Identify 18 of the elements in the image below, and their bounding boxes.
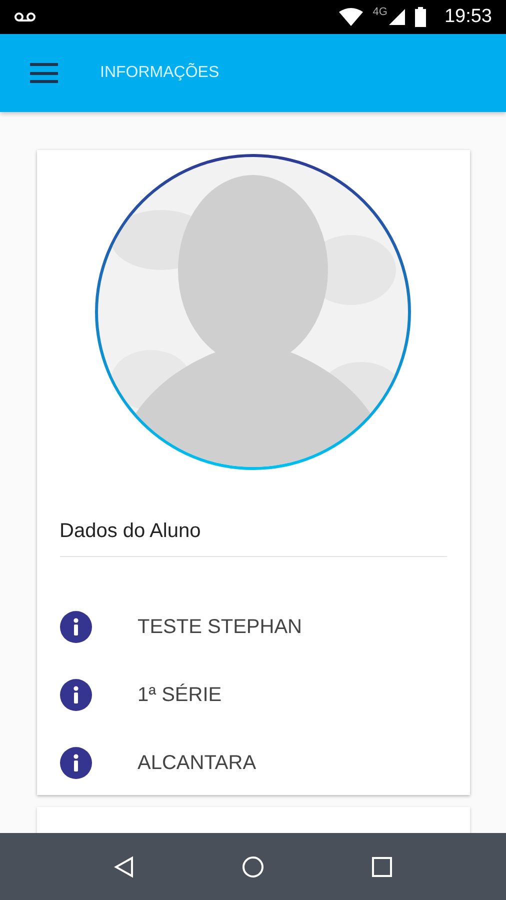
menu-button[interactable]	[30, 63, 58, 83]
network-type: 4G	[372, 6, 388, 18]
info-text: TESTE STEPHAN	[138, 616, 302, 638]
info-text: 1ª SÉRIE	[138, 684, 222, 706]
back-button[interactable]	[114, 856, 134, 878]
battery-icon	[415, 7, 426, 27]
wifi-icon	[338, 8, 363, 26]
info-icon	[60, 747, 92, 779]
section-title: Dados do Aluno	[60, 520, 446, 557]
info-text: ALCANTARA	[138, 752, 256, 774]
home-button[interactable]	[242, 856, 264, 878]
info-icon	[60, 679, 92, 711]
signal-icon	[389, 9, 406, 25]
voicemail-icon	[14, 12, 36, 22]
info-icon	[60, 611, 92, 643]
clock-time: 19:53	[444, 6, 492, 28]
recents-button[interactable]	[372, 856, 392, 876]
screen-title: INFORMAÇÕES	[100, 64, 220, 82]
